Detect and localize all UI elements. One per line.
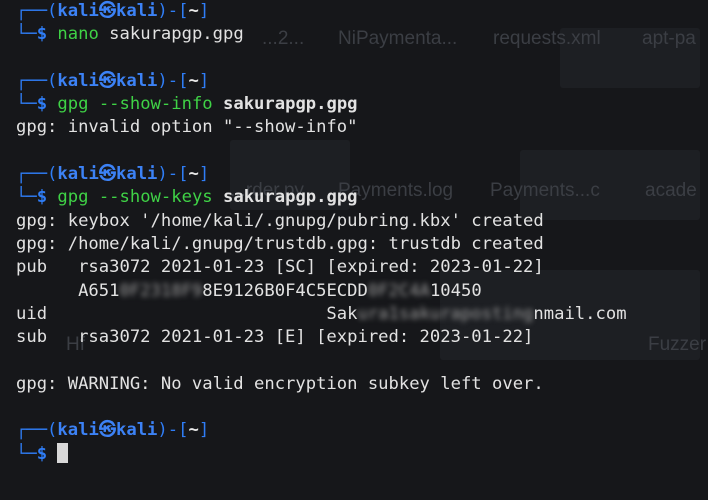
prompt-frame: └─ — [16, 187, 37, 208]
output-line: sub rsa3072 2021-01-23 [E] [expired: 202… — [16, 327, 534, 348]
terminal-output: ┌──(kali㉿kali)-[~] └─$ nano sakurapgp.gp… — [16, 0, 706, 466]
fingerprint-segment: A651 — [16, 280, 120, 301]
prompt-frame: └─ — [16, 443, 37, 464]
prompt-path: ~ — [188, 1, 199, 21]
prompt-dollar: $ — [36, 443, 48, 464]
output-line: pub rsa3072 2021-01-23 [SC] [expired: 20… — [16, 257, 544, 278]
prompt-dollar: $ — [36, 187, 48, 208]
prompt-at: ㉿ — [98, 420, 117, 441]
prompt-header: ┌──(kali㉿kali)-[~] — [16, 163, 706, 186]
redacted-segment: 0F2C4A — [367, 280, 430, 301]
prompt-user: kali — [57, 420, 99, 441]
prompt-frame: ] — [198, 164, 210, 185]
text-cursor[interactable] — [57, 442, 69, 463]
prompt-frame: ┌──( — [16, 420, 58, 441]
output-line: gpg: invalid option "--show-info" — [16, 117, 358, 138]
prompt-frame: ] — [198, 1, 210, 21]
command-option: --show-info — [88, 94, 213, 115]
command-file: sakurapgp.gpg — [212, 187, 358, 208]
prompt-at: ㉿ — [98, 164, 117, 185]
command-name: gpg — [57, 94, 89, 115]
prompt-path: ~ — [188, 70, 199, 91]
prompt-user: kali — [57, 70, 99, 91]
prompt-frame: )-[ — [157, 420, 189, 441]
redacted-segment: ura1sakuraposting — [357, 303, 534, 324]
prompt-frame: ┌──( — [16, 164, 58, 185]
uid-line: uid Sakura1sakurapostingnmail.com — [16, 303, 706, 326]
prompt-frame: ] — [198, 420, 210, 441]
prompt-header: ┌──(kali㉿kali)-[~] — [16, 0, 706, 23]
prompt-host: kali — [116, 420, 158, 441]
command-line: └─$ nano sakurapgp.gpg — [16, 23, 706, 46]
command-name: gpg — [57, 187, 89, 208]
prompt-frame: └─ — [16, 24, 37, 45]
prompt-header: ┌──(kali㉿kali)-[~] — [16, 70, 706, 93]
command-line: └─$ gpg --show-info sakurapgp.gpg — [16, 93, 706, 116]
fingerprint-line: A6510F2318F98E9126B0F4C5ECDD0F2C4A10450 — [16, 280, 706, 303]
uid-email-end: nmail.com — [533, 303, 627, 324]
prompt-frame: └─ — [16, 94, 37, 115]
prompt-frame: )-[ — [157, 1, 189, 21]
uid-label: uid Sak — [16, 303, 358, 324]
prompt-user: kali — [57, 164, 99, 185]
command-args: sakurapgp.gpg — [98, 24, 244, 45]
command-line: └─$ gpg --show-keys sakurapgp.gpg — [16, 186, 706, 209]
active-command-line[interactable]: └─$ — [16, 442, 706, 466]
prompt-frame: )-[ — [157, 70, 189, 91]
prompt-dollar: $ — [36, 94, 48, 115]
fingerprint-segment: 8E9126B0F4C5ECDD — [202, 280, 368, 301]
redacted-segment: 0F2318F9 — [119, 280, 203, 301]
prompt-dollar: $ — [36, 24, 48, 45]
prompt-host: kali — [116, 1, 158, 21]
command-file: sakurapgp.gpg — [212, 94, 358, 115]
output-line: gpg: keybox '/home/kali/.gnupg/pubring.k… — [16, 210, 544, 231]
prompt-at: ㉿ — [98, 1, 117, 21]
prompt-path: ~ — [188, 420, 199, 441]
prompt-frame: ┌──( — [16, 70, 58, 91]
prompt-header: ┌──(kali㉿kali)-[~] — [16, 419, 706, 442]
terminal-window[interactable]: ...2... NiPaymenta... requests.xml apt-p… — [0, 0, 708, 500]
command-name: nano — [57, 24, 99, 45]
prompt-frame: ] — [198, 70, 210, 91]
warning-line: gpg: WARNING: No valid encryption subkey… — [16, 373, 544, 394]
prompt-at: ㉿ — [98, 70, 117, 91]
prompt-frame: ┌──( — [16, 1, 58, 21]
prompt-frame: )-[ — [157, 164, 189, 185]
prompt-path: ~ — [188, 164, 199, 185]
prompt-user: kali — [57, 1, 99, 21]
prompt-host: kali — [116, 164, 158, 185]
prompt-host: kali — [116, 70, 158, 91]
command-option: --show-keys — [88, 187, 213, 208]
fingerprint-segment: 10450 — [429, 280, 482, 301]
output-line: gpg: /home/kali/.gnupg/trustdb.gpg: trus… — [16, 233, 544, 254]
